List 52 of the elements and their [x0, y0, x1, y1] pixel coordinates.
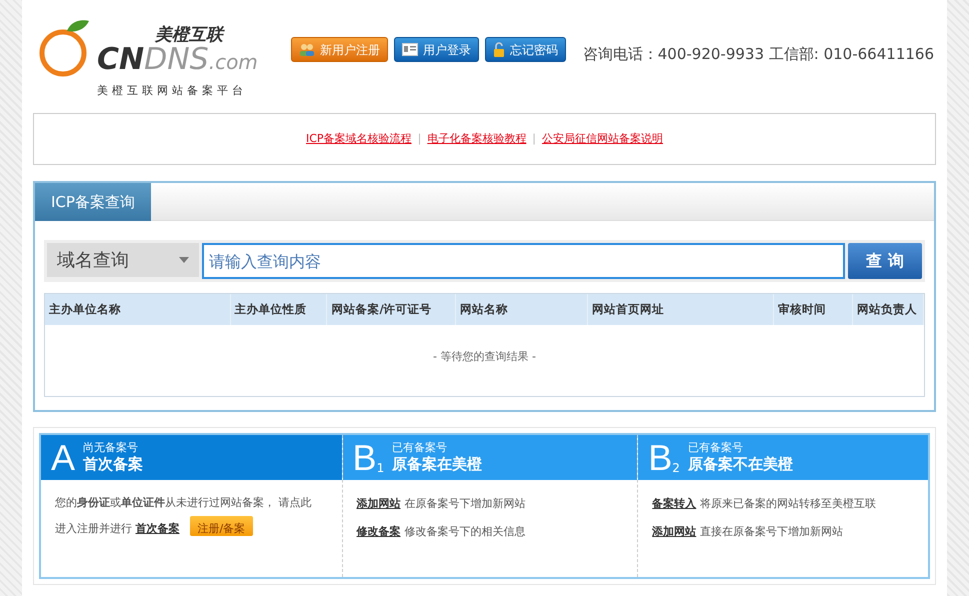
card-kicker: 已有备案号: [392, 441, 448, 455]
card-index: 1: [376, 462, 384, 474]
action-description: 在原备案号下增加新网站: [404, 496, 526, 512]
contact-phone: 咨询电话：400-920-9933 工信部: 010-66411166: [582, 44, 934, 66]
action-description: 直接在原备案号下增加新网站: [700, 524, 844, 540]
query-type-select[interactable]: 域名查询: [47, 243, 199, 277]
action-link[interactable]: 修改备案: [356, 524, 401, 540]
action-description: 将原来已备案的网站转移至美橙互联: [700, 496, 876, 512]
column-header: 网站名称: [456, 294, 588, 325]
padlock-icon: [493, 42, 505, 57]
card-kicker: 已有备案号: [688, 441, 744, 455]
logo-text: CN: [97, 44, 144, 74]
first-filing-link[interactable]: 首次备案: [136, 522, 188, 535]
column-header: 主办单位名称: [45, 294, 231, 325]
card-title: 首次备案: [83, 455, 144, 474]
action-description: 修改备案号下的相关信息: [404, 524, 526, 540]
card-letter: A: [51, 440, 76, 476]
query-input[interactable]: 请输入查询内容: [202, 243, 845, 279]
guide-link[interactable]: 公安局征信网站备案说明: [542, 130, 663, 148]
link-separator: |: [532, 130, 536, 147]
column-header: 网站负责人: [852, 294, 924, 325]
logo-tagline: 美橙互联网站备案平台: [97, 82, 247, 98]
column-header: 主办单位性质: [230, 294, 328, 325]
logo-text: DNS: [144, 44, 209, 74]
guide-link[interactable]: 电子化备案核验教程: [427, 130, 526, 148]
login-button[interactable]: 用户登录: [394, 37, 479, 62]
users-icon: [299, 42, 315, 56]
card-kicker: 尚无备案号: [83, 441, 140, 455]
query-tab[interactable]: ICP备案查询: [35, 183, 151, 221]
card-index: 2: [672, 462, 680, 474]
register-button[interactable]: 新用户注册: [291, 37, 388, 62]
action-link[interactable]: 添加网站: [356, 496, 401, 512]
caret-icon: [179, 257, 189, 263]
column-header: 网站备案/许可证号: [327, 294, 456, 325]
link-separator: |: [418, 130, 422, 147]
empty-message: - 等待您的查询结果 -: [433, 348, 536, 365]
action-link[interactable]: 添加网站: [652, 524, 696, 540]
card-title: 原备案在美橙: [392, 455, 482, 474]
register-filing-button[interactable]: 注册/备案: [190, 516, 254, 536]
guide-link[interactable]: ICP备案域名核验流程: [306, 130, 412, 148]
brand-name: 美橙互联: [155, 24, 223, 46]
query-button[interactable]: 查 询: [848, 243, 922, 279]
card-letter: B: [352, 440, 377, 476]
action-link[interactable]: 备案转入: [652, 496, 696, 512]
logo-text: .com: [208, 52, 258, 72]
column-header: 网站首页网址: [588, 294, 774, 325]
card-description: 您的身份证或单位证件从未进行过网站备案， 请点此进入注册并进行 首次备案 注册/备案: [55, 495, 312, 538]
id-card-icon: [402, 43, 418, 56]
card-title: 原备案不在美橙: [688, 455, 793, 474]
card-letter: B: [648, 440, 672, 476]
column-header: 审核时间: [774, 294, 853, 325]
forgot-button[interactable]: 忘记密码: [485, 37, 566, 62]
